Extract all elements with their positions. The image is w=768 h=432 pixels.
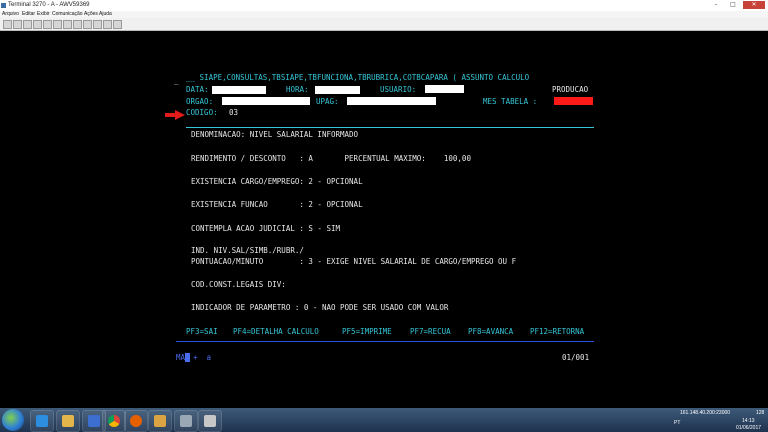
taskbar: 161.148.40.200:23000 128 PT 14:13 01/06/… <box>0 408 768 432</box>
cod-const-line: COD.CONST.LEGAIS DIV: <box>191 280 286 289</box>
system-tray: 161.148.40.200:23000 128 PT 14:13 01/06/… <box>672 408 768 432</box>
ind-niv-line: IND. NIV.SAL/SIMB./RUBR./ <box>191 246 304 255</box>
mes-tabela-label: MES TABELA : <box>483 97 538 106</box>
upag-label: UPAG: <box>316 97 339 106</box>
rendimento-line: RENDIMENTO / DESCONTO : A PERCENTUAL MAX… <box>191 154 471 163</box>
chrome-icon[interactable] <box>102 410 126 432</box>
paint-icon[interactable] <box>148 410 172 432</box>
existencia-cargo-line: EXISTENCIA CARGO/EMPREGO: 2 - OPCIONAL <box>191 177 363 186</box>
menu-item-editar[interactable]: Editar <box>22 11 35 18</box>
browser-tab[interactable] <box>190 0 230 11</box>
existencia-funcao-line: EXISTENCIA FUNCAO : 2 - OPCIONAL <box>191 200 363 209</box>
toolbar-button[interactable] <box>113 20 122 29</box>
terminal-screen[interactable]: _ __ SIAPE,CONSULTAS,TBSIAPE,TBFUNCIONA,… <box>0 31 768 408</box>
divider <box>186 127 594 128</box>
toolbar-button[interactable] <box>83 20 92 29</box>
pf12-key[interactable]: PF12=RETORNA <box>530 327 584 336</box>
toolbar-button[interactable] <box>93 20 102 29</box>
pf5-key[interactable]: PF5=IMPRIME <box>342 327 392 336</box>
tray-number: 128 <box>756 410 765 416</box>
app-icon <box>1 3 6 8</box>
pontuacao-line: PONTUACAO/MINUTO : 3 - EXIGE NIVEL SALAR… <box>191 257 517 266</box>
browser-tab[interactable] <box>100 0 140 11</box>
terminal-cursor <box>185 353 190 362</box>
pf7-key[interactable]: PF7=RECUA <box>410 327 451 336</box>
orgao-label: ORGAO: <box>186 97 214 106</box>
menu-item-arquivo[interactable]: Arquivo <box>2 11 19 18</box>
red-arrow-icon <box>165 110 185 120</box>
masked-user <box>425 85 464 93</box>
explorer-icon[interactable] <box>56 410 80 432</box>
pf4-key[interactable]: PF4=DETALHA CALCULO <box>233 327 319 336</box>
minimize-button[interactable]: – <box>708 1 724 9</box>
ie-icon[interactable] <box>30 410 54 432</box>
browser-tab[interactable] <box>280 0 320 11</box>
masked-time <box>315 86 360 94</box>
menu-item-exibir[interactable]: Exibir <box>37 11 50 18</box>
word-icon[interactable] <box>198 410 222 432</box>
toolbar-button[interactable] <box>73 20 82 29</box>
status-flags: + a <box>193 353 212 362</box>
toolbar <box>0 18 768 31</box>
pf8-key[interactable]: PF8=AVANCA <box>468 327 513 336</box>
masked-date <box>212 86 266 94</box>
toolbar-button[interactable] <box>103 20 112 29</box>
toolbar-button[interactable] <box>13 20 22 29</box>
masked-orgao <box>222 97 310 105</box>
clock-time[interactable]: 14:13 <box>742 418 755 424</box>
codigo-label: CODIGO: <box>186 108 218 117</box>
denominacao-line: DENOMINACAO: NIVEL SALARIAL INFORMADO <box>191 130 359 139</box>
maximize-button[interactable]: □ <box>725 1 741 9</box>
codigo-value[interactable]: 03 <box>229 108 238 117</box>
cursor-marker: _ <box>174 76 179 85</box>
menu-item-acoes[interactable]: Ações <box>84 11 98 18</box>
toolbar-button[interactable] <box>3 20 12 29</box>
browser-tab[interactable] <box>325 0 365 11</box>
menu-item-ajuda[interactable]: Ajuda <box>99 11 112 18</box>
terminal-icon[interactable] <box>174 410 198 432</box>
firefox-icon[interactable] <box>124 410 148 432</box>
acao-judicial-line: CONTEMPLA ACAO JUDICIAL : S - SIM <box>191 224 341 233</box>
masked-mes-tabela <box>554 97 593 105</box>
window-title: Terminal 3270 - A - AWV59369 <box>8 2 90 8</box>
header-path: __ SIAPE,CONSULTAS,TBSIAPE,TBFUNCIONA,TB… <box>186 73 530 82</box>
toolbar-button[interactable] <box>63 20 72 29</box>
toolbar-button[interactable] <box>53 20 62 29</box>
close-button[interactable]: ✕ <box>743 1 765 9</box>
page-indicator: 01/001 <box>562 353 590 362</box>
status-indicator: MA <box>176 353 186 362</box>
toolbar-button[interactable] <box>23 20 32 29</box>
toolbar-button[interactable] <box>33 20 42 29</box>
pf3-key[interactable]: PF3=SAI <box>186 327 218 336</box>
indicador-line: INDICADOR DE PARAMETRO : 0 - NAO PODE SE… <box>191 303 449 312</box>
start-button[interactable] <box>2 409 24 431</box>
menu-item-comunicacao[interactable]: Comunicação <box>52 11 83 18</box>
tray-language[interactable]: PT <box>674 420 680 426</box>
tray-ip: 161.148.40.200:23000 <box>680 410 731 416</box>
clock-date[interactable]: 01/06/2017 <box>736 425 761 431</box>
toolbar-button[interactable] <box>43 20 52 29</box>
browser-tab[interactable] <box>235 0 275 11</box>
masked-upag <box>347 97 436 105</box>
status-divider <box>176 341 594 342</box>
hora-label: HORA: <box>286 85 309 94</box>
data-label: DATA: <box>186 85 209 94</box>
environment-label: PRODUCAO <box>552 85 589 94</box>
usuario-label: USUARIO: <box>380 85 417 94</box>
browser-tab[interactable] <box>145 0 185 11</box>
